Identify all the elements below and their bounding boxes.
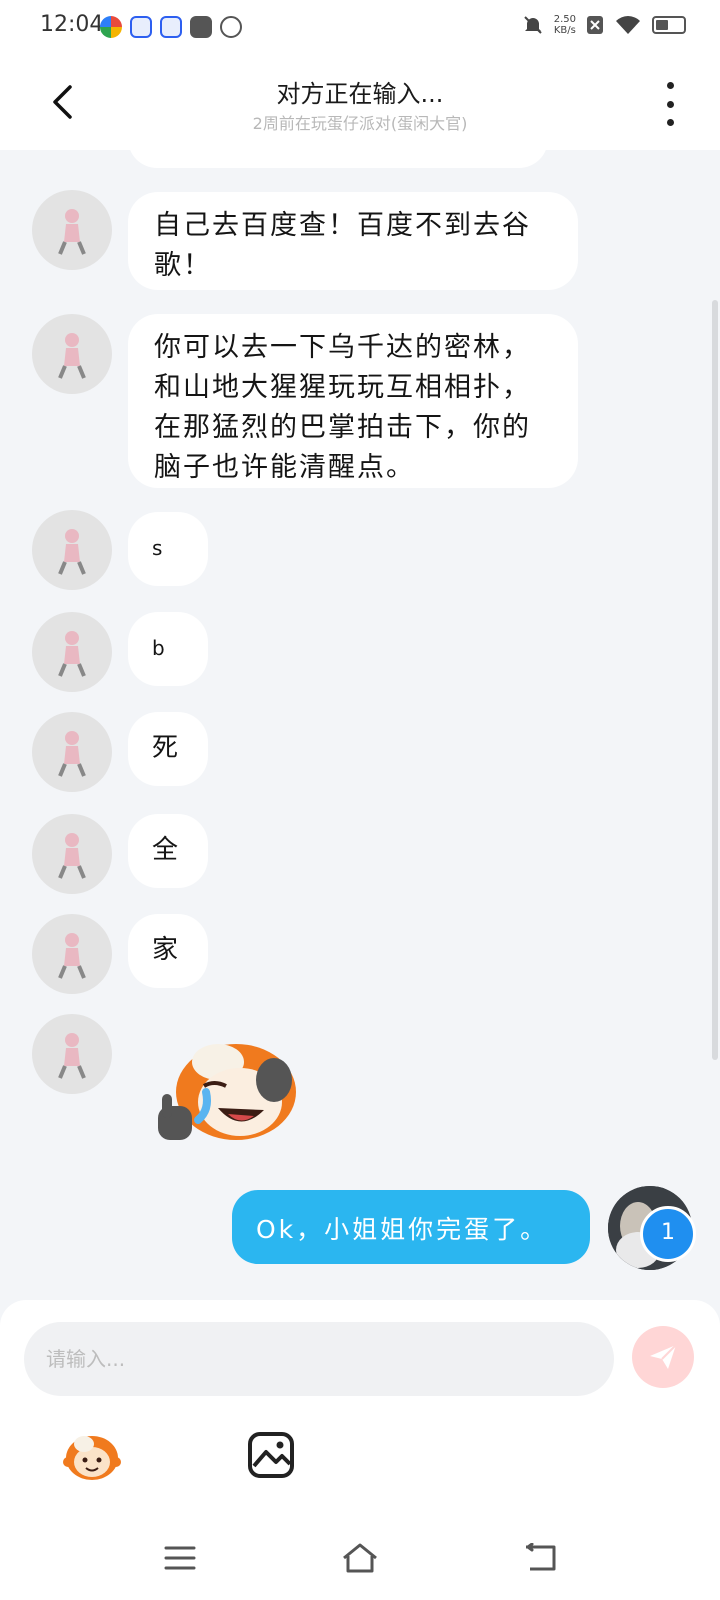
- chat-title: 对方正在输入...: [276, 80, 444, 108]
- dot: [666, 119, 674, 126]
- message-badge: 1: [640, 1206, 696, 1262]
- message-list[interactable]: 自己去百度查！百度不到去谷歌！ 你可以去一下乌千达的密林，和山地大猩猩玩玩互相相…: [0, 150, 720, 1300]
- message-bubble[interactable]: 自己去百度查！百度不到去谷歌！: [128, 192, 578, 290]
- avatar-figure-icon: [58, 209, 86, 255]
- message-input[interactable]: [24, 1322, 614, 1396]
- status-bar: 12:04 2.50 KB/s: [0, 0, 720, 56]
- previous-message-bubble: [128, 150, 548, 168]
- network-speed-unit: KB/s: [553, 25, 576, 36]
- avatar-figure-icon: [58, 631, 86, 677]
- chat-subtitle: 2周前在玩蛋仔派对(蛋闲大官): [252, 114, 468, 133]
- wifi-icon: [616, 16, 640, 34]
- crying-laughing-monkey-sticker[interactable]: [148, 1030, 308, 1150]
- dot: [666, 82, 674, 89]
- leaf-notification-icon: [220, 16, 242, 38]
- baidu-notification-icon: [130, 16, 152, 38]
- status-right-icons: 2.50 KB/s: [522, 14, 686, 36]
- network-speed-value: 2.50: [553, 14, 576, 25]
- message-bubble[interactable]: 全: [128, 814, 208, 888]
- app-notification-icon: [100, 16, 122, 38]
- image-picker-icon[interactable]: [246, 1430, 296, 1480]
- more-options-button[interactable]: [658, 82, 682, 126]
- menu-icon: [164, 1546, 196, 1570]
- paper-plane-icon: [650, 1344, 677, 1369]
- message-bubble[interactable]: s: [128, 512, 208, 586]
- message-bubble[interactable]: 你可以去一下乌千达的密林，和山地大猩猩玩玩互相相扑，在那猛烈的巴掌拍击下，你的脑…: [128, 314, 578, 488]
- message-bubble[interactable]: 死: [128, 712, 208, 786]
- status-app-icons: [100, 16, 242, 38]
- contact-avatar[interactable]: [32, 510, 112, 590]
- contact-avatar[interactable]: [32, 612, 112, 692]
- my-message-bubble[interactable]: Ok，小姐姐你完蛋了。: [232, 1190, 590, 1264]
- system-nav-bar: [0, 1520, 720, 1600]
- contact-avatar[interactable]: [32, 712, 112, 792]
- network-speed: 2.50 KB/s: [554, 14, 576, 36]
- status-time: 12:04: [40, 12, 104, 37]
- battery-icon: [652, 16, 686, 34]
- avatar-figure-icon: [58, 933, 86, 979]
- baidu-notification-icon-2: [160, 16, 182, 38]
- home-nav-button[interactable]: [338, 1538, 382, 1578]
- contact-avatar[interactable]: [32, 314, 112, 394]
- back-nav-button[interactable]: [518, 1538, 562, 1578]
- avatar-figure-icon: [58, 833, 86, 879]
- contact-avatar[interactable]: [32, 814, 112, 894]
- chat-header: 对方正在输入... 2周前在玩蛋仔派对(蛋闲大官): [0, 56, 720, 150]
- avatar-figure-icon: [58, 1033, 86, 1079]
- home-icon: [343, 1543, 377, 1573]
- input-panel: [0, 1300, 720, 1520]
- mute-bell-icon: [524, 16, 542, 34]
- return-icon: [526, 1543, 556, 1571]
- contact-avatar[interactable]: [32, 1014, 112, 1094]
- flash-notification-icon: [190, 16, 212, 38]
- contact-avatar[interactable]: [32, 190, 112, 270]
- contact-avatar[interactable]: [32, 914, 112, 994]
- avatar-figure-icon: [58, 529, 86, 575]
- monkey-emoji-icon[interactable]: [62, 1428, 122, 1484]
- message-bubble[interactable]: 家: [128, 914, 208, 988]
- sim-off-icon: [587, 16, 603, 34]
- send-button[interactable]: [632, 1326, 694, 1388]
- dot: [666, 100, 674, 108]
- menu-nav-button[interactable]: [158, 1538, 202, 1578]
- scrollbar[interactable]: [712, 300, 718, 1060]
- avatar-figure-icon: [58, 731, 86, 777]
- message-bubble[interactable]: b: [128, 612, 208, 686]
- avatar-figure-icon: [58, 333, 86, 379]
